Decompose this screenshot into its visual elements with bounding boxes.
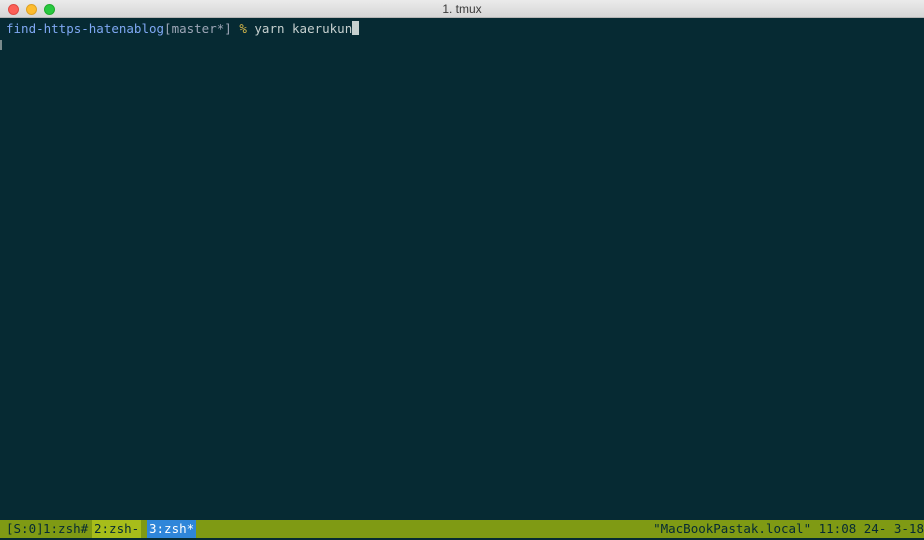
terminal-pane[interactable]: find-https-hatenablog[master*] % yarn ka… — [0, 18, 924, 520]
window-title: 1. tmux — [442, 2, 482, 16]
terminal-window: 1. tmux find-https-hatenablog[master*] %… — [0, 0, 924, 540]
branch-bracket-close: ] — [224, 21, 232, 36]
pane-marker — [0, 40, 2, 50]
tmux-window-2[interactable]: 2:zsh- — [92, 520, 142, 538]
git-branch: master* — [171, 21, 225, 36]
command-input[interactable]: yarn kaerukun — [254, 21, 352, 36]
title-bar[interactable]: 1. tmux — [0, 0, 924, 18]
current-directory: find-https-hatenablog — [6, 21, 165, 36]
tmux-window-1[interactable]: 1:zsh# — [43, 520, 88, 538]
branch-bracket-open: [ — [164, 21, 172, 36]
tmux-status-bar: [S:0] 1:zsh# 2:zsh- 3:zsh* "MacBookPasta… — [0, 520, 924, 538]
tmux-window-3-active[interactable]: 3:zsh* — [147, 520, 197, 538]
tmux-host-clock: "MacBookPastak.local" 11:08 24- 3-18 — [653, 521, 924, 536]
tmux-session-label: [S:0] — [6, 521, 44, 536]
prompt-line: find-https-hatenablog[master*] % yarn ka… — [6, 19, 360, 39]
text-cursor — [352, 21, 360, 35]
prompt-symbol: % — [239, 21, 247, 36]
